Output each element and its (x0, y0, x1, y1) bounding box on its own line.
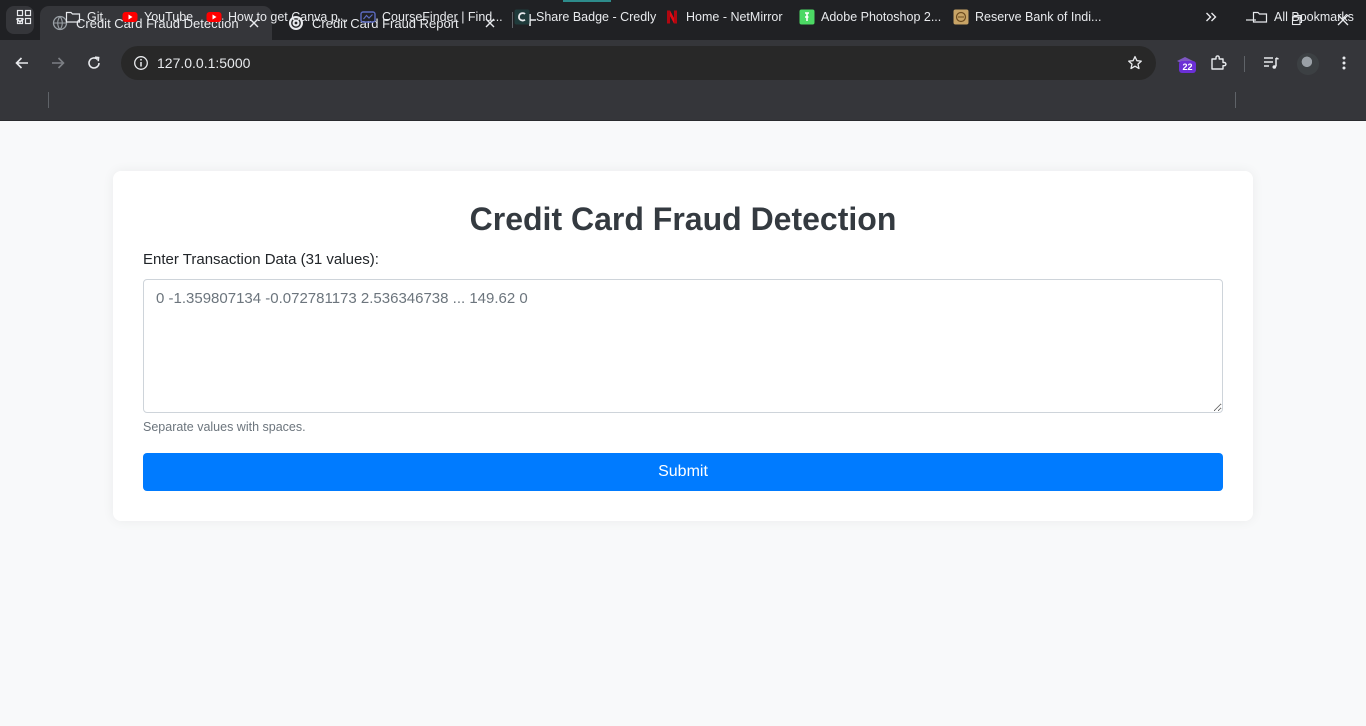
netmirror-icon (664, 9, 680, 25)
submit-button[interactable]: Submit (143, 453, 1223, 491)
arrow-right-icon (52, 57, 65, 69)
profile-avatar[interactable] (1297, 53, 1319, 75)
double-chevron-right-icon (1203, 9, 1219, 25)
photoshop-icon (799, 9, 815, 25)
extension-badge: 22 (1179, 61, 1196, 73)
fraud-detection-card: Credit Card Fraud Detection Enter Transa… (113, 171, 1253, 521)
bookmark-canva[interactable]: How to get Canva p... (206, 6, 348, 28)
playlist-music-icon (1264, 57, 1279, 69)
bookmark-coursefinder[interactable]: CourseFinder | Find... (360, 6, 503, 28)
bookmark-rbi[interactable]: Reserve Bank of Indi... (953, 6, 1101, 28)
bookmark-label: CourseFinder | Find... (382, 10, 503, 24)
all-bookmarks-button[interactable]: All Bookmarks (1252, 6, 1354, 28)
bookmark-photoshop[interactable]: Adobe Photoshop 2... (799, 6, 941, 28)
transaction-data-label: Enter Transaction Data (31 values): (143, 251, 379, 268)
apps-grid-icon (16, 9, 32, 25)
reload-button[interactable] (80, 49, 108, 77)
folder-icon (1252, 9, 1268, 25)
bookmark-git[interactable]: Git (65, 6, 103, 28)
address-bar[interactable]: 127.0.0.1:5000 (121, 46, 1156, 80)
menu-button[interactable] (1330, 49, 1358, 77)
rbi-icon (953, 9, 969, 25)
more-vertical-icon (1342, 56, 1346, 70)
bookmark-label: Reserve Bank of Indi... (975, 10, 1102, 24)
bookmarks-overflow-button[interactable] (1203, 6, 1225, 28)
browser-toolbar: 127.0.0.1:5000 (0, 40, 1366, 86)
puzzle-icon (1211, 55, 1227, 70)
bookmark-youtube[interactable]: YouTube (122, 6, 193, 28)
bookmark-label: Home - NetMirror (686, 10, 783, 24)
youtube-icon (122, 9, 138, 25)
all-bookmarks-label: All Bookmarks (1274, 10, 1354, 24)
url-text[interactable]: 127.0.0.1:5000 (157, 55, 250, 71)
bookmark-label: Share Badge - Credly (536, 10, 657, 24)
help-text: Separate values with spaces. (143, 420, 306, 434)
coursefinder-icon (360, 9, 376, 25)
transaction-data-input[interactable] (143, 279, 1223, 413)
bookmarks-bar (0, 86, 1366, 121)
bookmark-label: Git (87, 10, 103, 24)
site-info-icon[interactable] (127, 49, 155, 77)
back-button[interactable] (8, 49, 36, 77)
page-title: Credit Card Fraud Detection (469, 201, 897, 237)
bookmark-label: YouTube (144, 10, 194, 24)
folder-icon (65, 9, 81, 25)
credly-icon (514, 9, 530, 25)
bookmarks-divider (48, 92, 49, 108)
youtube-icon (206, 9, 222, 25)
apps-button[interactable] (16, 6, 38, 28)
reload-icon (88, 56, 100, 69)
extensions-button[interactable] (1204, 49, 1232, 77)
bookmark-label: How to get Canva p... (228, 10, 349, 24)
bookmark-credly[interactable]: Share Badge - Credly (514, 6, 656, 28)
bookmarks-divider (1235, 92, 1236, 108)
forward-button[interactable] (44, 49, 72, 77)
bookmark-star-icon[interactable] (1122, 50, 1148, 76)
tab-group-indicator (563, 0, 611, 2)
arrow-left-icon (15, 57, 28, 69)
toolbar-divider (1244, 56, 1245, 72)
bookmark-netmirror[interactable]: Home - NetMirror (664, 6, 783, 28)
tab-divider (512, 12, 513, 28)
media-controls-button[interactable] (1257, 49, 1285, 77)
bookmark-label: Adobe Photoshop 2... (821, 10, 942, 24)
